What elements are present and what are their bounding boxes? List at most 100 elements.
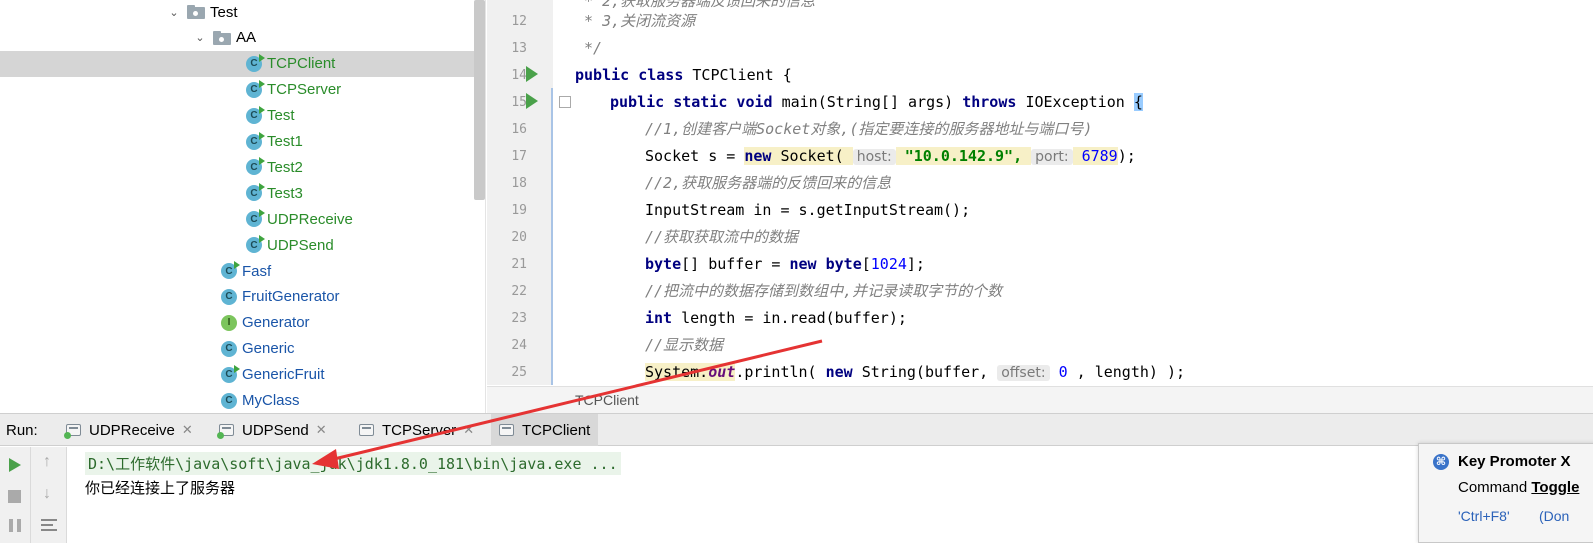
code-line[interactable]: InputStream in = s.getInputStream(); bbox=[645, 197, 970, 224]
tree-item-label: TCPServer bbox=[267, 81, 342, 99]
code-line[interactable]: public static void main(String[] args) t… bbox=[610, 89, 1143, 116]
run-label: Run: bbox=[6, 422, 38, 439]
class-icon: C bbox=[246, 105, 265, 124]
pause-icon[interactable] bbox=[9, 519, 21, 532]
code-line[interactable]: Socket s = new Socket( host: "10.0.142.9… bbox=[645, 143, 1136, 170]
project-tree: ⌄ Test ⌄ AA C TCPClient C TCPServer C Test C Test1 C… bbox=[0, 0, 486, 413]
chevron-down-icon[interactable]: ⌄ bbox=[193, 31, 207, 44]
run-tab-label: UDPReceive bbox=[89, 421, 175, 439]
soft-wrap-icon[interactable] bbox=[41, 519, 57, 531]
notification-command-link[interactable]: Toggle bbox=[1531, 479, 1579, 496]
code-line[interactable]: //把流中的数据存储到数组中,并记录读取字节的个数 bbox=[645, 278, 1002, 305]
class-icon: C bbox=[246, 209, 265, 228]
run-tab[interactable]: UDPReceive ✕ bbox=[58, 414, 201, 446]
line-number: 22 bbox=[511, 284, 527, 299]
run-tab[interactable]: TCPClient bbox=[491, 414, 599, 446]
console-output[interactable]: D:\工作软件\java\soft\java_jdk\jdk1.8.0_181\… bbox=[68, 447, 1593, 543]
code-line[interactable]: //2,获取服务器端的反馈回来的信息 bbox=[645, 170, 891, 197]
close-icon[interactable]: ✕ bbox=[463, 422, 474, 438]
notification-command-prefix: Command bbox=[1458, 479, 1532, 496]
notification-command: Command Toggle bbox=[1458, 479, 1579, 496]
code-line[interactable]: byte[] buffer = new byte[1024]; bbox=[645, 251, 925, 278]
close-icon[interactable]: ✕ bbox=[182, 422, 193, 438]
line-number: 14 bbox=[511, 68, 527, 83]
notification-dont-show-link[interactable]: (Don bbox=[1539, 508, 1569, 524]
code-line[interactable]: //显示数据 bbox=[645, 332, 723, 359]
tree-item[interactable]: C TCPClient bbox=[0, 50, 474, 77]
chevron-down-icon[interactable]: ⌄ bbox=[167, 6, 181, 19]
tree-scrollbar[interactable] bbox=[474, 0, 485, 200]
tree-item[interactable]: C Test bbox=[0, 103, 474, 129]
line-number: 18 bbox=[511, 176, 527, 191]
class-icon: C bbox=[246, 53, 265, 72]
line-number: 12 bbox=[511, 14, 527, 29]
line-number: 23 bbox=[511, 311, 527, 326]
tree-item-label: TCPClient bbox=[267, 55, 336, 73]
tree-item-label: Generator bbox=[242, 314, 310, 332]
class-icon: C bbox=[246, 183, 265, 202]
class-icon: C bbox=[221, 340, 237, 357]
close-icon[interactable]: ✕ bbox=[316, 422, 327, 438]
key-promoter-icon: ⌘ bbox=[1433, 454, 1449, 470]
package-icon bbox=[187, 5, 205, 19]
code-line[interactable]: */ bbox=[575, 35, 602, 62]
class-icon: C bbox=[246, 131, 265, 150]
tree-item[interactable]: ⌄ Test bbox=[0, 0, 474, 25]
class-icon: C bbox=[221, 288, 237, 305]
tree-item[interactable]: C FruitGenerator bbox=[0, 284, 474, 310]
run-main-icon[interactable] bbox=[526, 93, 538, 109]
tree-item[interactable]: C Test3 bbox=[0, 180, 474, 206]
tree-item[interactable]: ⌄ AA bbox=[0, 25, 474, 51]
tree-item[interactable]: C UDPSend bbox=[0, 232, 474, 258]
run-config-icon bbox=[499, 424, 514, 436]
class-icon: C bbox=[221, 364, 240, 383]
fold-icon[interactable] bbox=[559, 96, 571, 108]
arrow-down-icon[interactable]: ↓ bbox=[43, 485, 51, 503]
tree-item[interactable]: C GenericFruit bbox=[0, 362, 474, 388]
run-tab-label: TCPClient bbox=[522, 421, 591, 439]
run-class-icon[interactable] bbox=[526, 66, 538, 82]
tree-item[interactable]: C Fasf bbox=[0, 258, 474, 284]
key-promoter-notification[interactable]: ⌘ Key Promoter X Command Toggle 'Ctrl+F8… bbox=[1418, 443, 1593, 543]
tree-item[interactable]: I Generator bbox=[0, 310, 474, 336]
code-line[interactable]: int length = in.read(buffer); bbox=[645, 305, 907, 332]
line-number: 17 bbox=[511, 149, 527, 164]
run-config-icon bbox=[359, 424, 374, 436]
run-tab-bar: Run: UDPReceive ✕ UDPSend ✕ TCPServer ✕ TCPCli… bbox=[0, 413, 1593, 446]
console-output-line: 你已经连接上了服务器 bbox=[85, 479, 236, 497]
run-tab[interactable]: TCPServer ✕ bbox=[351, 414, 482, 446]
tree-item[interactable]: C Test1 bbox=[0, 129, 474, 155]
interface-icon: I bbox=[221, 314, 237, 331]
notification-shortcut: 'Ctrl+F8' bbox=[1458, 508, 1510, 524]
breadcrumb-class[interactable]: TCPClient bbox=[575, 392, 639, 408]
tree-item[interactable]: C TCPServer bbox=[0, 77, 474, 103]
tree-item[interactable]: C UDPReceive bbox=[0, 206, 474, 232]
tree-item-label: Fasf bbox=[242, 262, 272, 280]
tree-item-label: Test2 bbox=[267, 158, 303, 176]
console-toolbar: ↑ ↓ bbox=[31, 447, 67, 543]
console-command-line[interactable]: D:\工作软件\java\soft\java_jdk\jdk1.8.0_181\… bbox=[85, 452, 621, 475]
code-line[interactable]: * 3,关闭流资源 bbox=[575, 8, 695, 35]
run-config-icon bbox=[64, 424, 81, 439]
code-editor[interactable]: 12 13 14 15 16 17 18 19 20 21 22 23 24 25 * 2,获取服务器端反… bbox=[487, 0, 1593, 413]
tree-item[interactable]: C MyClass bbox=[0, 388, 474, 414]
class-icon: C bbox=[221, 261, 240, 279]
line-number: 24 bbox=[511, 338, 527, 353]
arrow-up-icon[interactable]: ↑ bbox=[43, 453, 51, 471]
class-icon: C bbox=[221, 392, 237, 409]
code-line[interactable]: //1,创建客户端Socket对象,(指定要连接的服务器地址与端口号) bbox=[645, 116, 1092, 143]
tree-item-label: Test bbox=[267, 107, 295, 125]
tree-item-label: Generic bbox=[242, 340, 295, 358]
code-line[interactable]: System.out.println( new String(buffer, o… bbox=[645, 359, 1185, 386]
editor-breadcrumb[interactable]: TCPClient bbox=[487, 386, 1593, 413]
tree-item[interactable]: C Test2 bbox=[0, 154, 474, 180]
rerun-icon[interactable] bbox=[9, 458, 21, 472]
stop-icon[interactable] bbox=[8, 490, 21, 503]
code-line[interactable]: //获取获取流中的数据 bbox=[645, 224, 798, 251]
line-number: 15 bbox=[511, 95, 527, 110]
tree-item-label: MyClass bbox=[242, 392, 300, 409]
tree-item[interactable]: C Generic bbox=[0, 336, 474, 362]
run-tab[interactable]: UDPSend ✕ bbox=[211, 414, 335, 446]
code-line[interactable]: public class TCPClient { bbox=[575, 62, 792, 89]
class-icon: C bbox=[246, 235, 265, 254]
